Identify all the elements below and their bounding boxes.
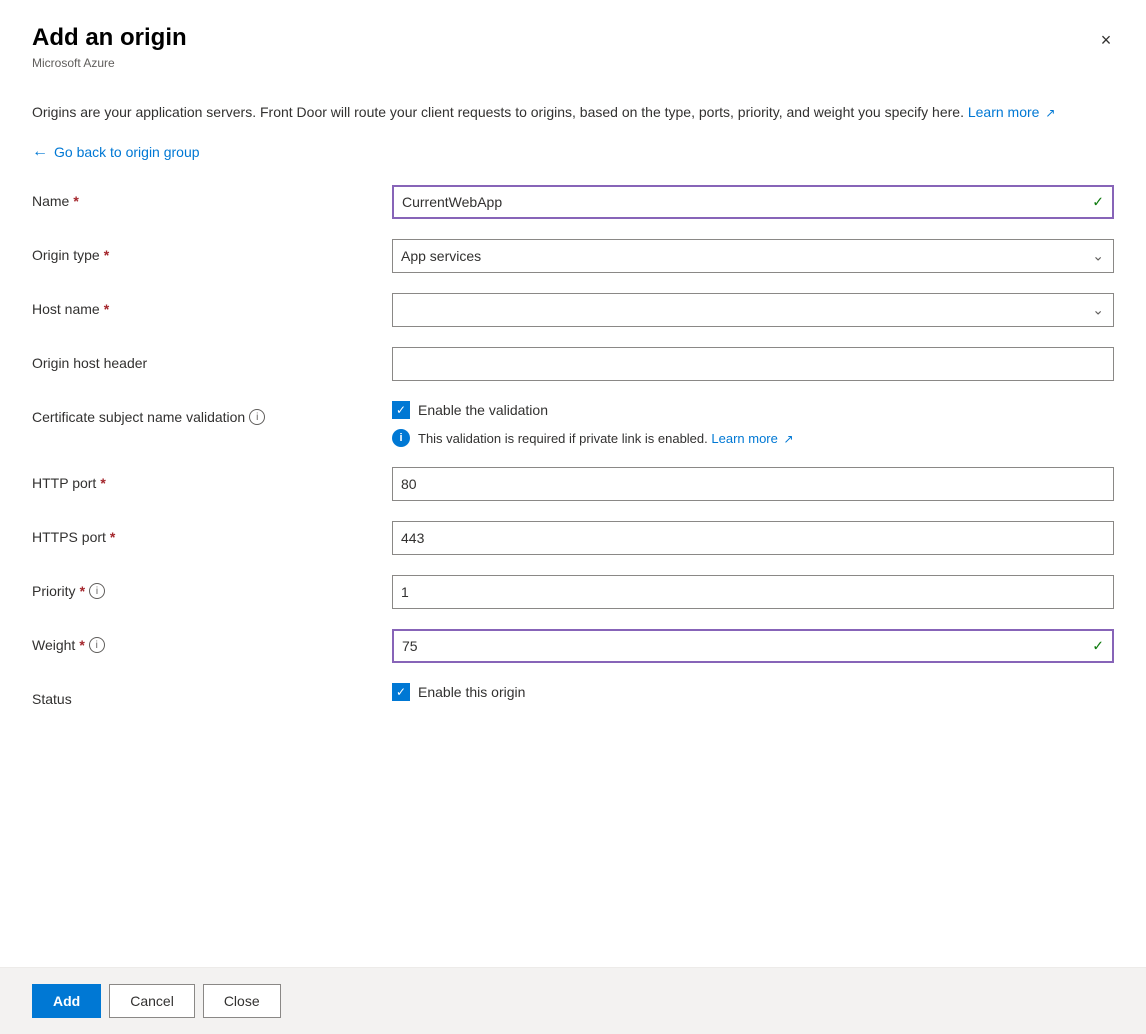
priority-row: Priority * i bbox=[32, 575, 1114, 609]
add-button[interactable]: Add bbox=[32, 984, 101, 1018]
name-row: Name * ✓ bbox=[32, 185, 1114, 219]
description-text: Origins are your application servers. Fr… bbox=[32, 102, 1114, 123]
status-checkbox-row: ✓ Enable this origin bbox=[392, 683, 1114, 701]
weight-input-wrapper: ✓ bbox=[392, 629, 1114, 663]
http-port-control bbox=[392, 467, 1114, 501]
status-checkbox-label: Enable this origin bbox=[418, 684, 525, 700]
https-port-required: * bbox=[110, 529, 115, 545]
add-origin-panel: Add an origin Microsoft Azure × Origins … bbox=[0, 0, 1146, 1034]
name-control: ✓ bbox=[392, 185, 1114, 219]
origin-type-select[interactable]: App services Storage Cloud service Custo… bbox=[392, 239, 1114, 273]
panel-footer: Add Cancel Close bbox=[0, 967, 1146, 1034]
footer-close-button[interactable]: Close bbox=[203, 984, 281, 1018]
name-input[interactable] bbox=[392, 185, 1114, 219]
priority-label: Priority * i bbox=[32, 575, 392, 599]
origin-type-select-wrapper: App services Storage Cloud service Custo… bbox=[392, 239, 1114, 273]
weight-info-icon[interactable]: i bbox=[89, 637, 105, 653]
status-label: Status bbox=[32, 683, 392, 707]
origin-type-row: Origin type * App services Storage Cloud… bbox=[32, 239, 1114, 273]
cert-validation-info-text: This validation is required if private l… bbox=[418, 431, 794, 446]
panel-title: Add an origin bbox=[32, 24, 1114, 52]
origin-type-control: App services Storage Cloud service Custo… bbox=[392, 239, 1114, 273]
priority-info-icon[interactable]: i bbox=[89, 583, 105, 599]
back-arrow-icon: ← bbox=[32, 143, 48, 161]
priority-control bbox=[392, 575, 1114, 609]
weight-row: Weight * i ✓ bbox=[32, 629, 1114, 663]
http-port-row: HTTP port * bbox=[32, 467, 1114, 501]
https-port-control bbox=[392, 521, 1114, 555]
external-link-icon: ↗ bbox=[1045, 104, 1055, 122]
status-checkbox[interactable]: ✓ bbox=[392, 683, 410, 701]
cert-validation-checkbox-label: Enable the validation bbox=[418, 402, 548, 418]
cert-validation-info-icon[interactable]: i bbox=[249, 409, 265, 425]
weight-label: Weight * i bbox=[32, 629, 392, 653]
origin-type-required: * bbox=[104, 247, 109, 263]
https-port-row: HTTPS port * bbox=[32, 521, 1114, 555]
learn-more-link[interactable]: Learn more ↗ bbox=[968, 104, 1056, 120]
origin-type-label: Origin type * bbox=[32, 239, 392, 263]
http-port-label: HTTP port * bbox=[32, 467, 392, 491]
panel-content: Origins are your application servers. Fr… bbox=[0, 86, 1146, 967]
priority-required: * bbox=[80, 583, 85, 599]
origin-host-header-label: Origin host header bbox=[32, 347, 392, 371]
cancel-button[interactable]: Cancel bbox=[109, 984, 195, 1018]
name-input-wrapper: ✓ bbox=[392, 185, 1114, 219]
name-check-icon: ✓ bbox=[1092, 194, 1104, 211]
https-port-label: HTTPS port * bbox=[32, 521, 392, 545]
weight-input[interactable] bbox=[392, 629, 1114, 663]
cert-validation-info-row: i This validation is required if private… bbox=[392, 429, 1114, 447]
host-name-required: * bbox=[104, 301, 109, 317]
status-row: Status ✓ Enable this origin bbox=[32, 683, 1114, 711]
name-required: * bbox=[73, 193, 78, 209]
host-name-select[interactable] bbox=[392, 293, 1114, 327]
info-circle-icon: i bbox=[392, 429, 410, 447]
http-port-required: * bbox=[100, 475, 105, 491]
origin-host-header-input[interactable] bbox=[392, 347, 1114, 381]
host-name-label: Host name * bbox=[32, 293, 392, 317]
status-checkmark: ✓ bbox=[396, 685, 406, 699]
status-control: ✓ Enable this origin bbox=[392, 683, 1114, 711]
origin-host-header-control bbox=[392, 347, 1114, 381]
cert-validation-checkbox[interactable]: ✓ bbox=[392, 401, 410, 419]
panel-header: Add an origin Microsoft Azure × bbox=[0, 0, 1146, 86]
weight-control: ✓ bbox=[392, 629, 1114, 663]
name-label: Name * bbox=[32, 185, 392, 209]
host-name-control: ⌄ bbox=[392, 293, 1114, 327]
host-name-row: Host name * ⌄ bbox=[32, 293, 1114, 327]
cert-validation-row: Certificate subject name validation i ✓ … bbox=[32, 401, 1114, 447]
priority-input[interactable] bbox=[392, 575, 1114, 609]
cert-validation-label: Certificate subject name validation i bbox=[32, 401, 392, 425]
weight-check-icon: ✓ bbox=[1092, 638, 1104, 655]
origin-host-header-row: Origin host header bbox=[32, 347, 1114, 381]
back-to-origin-group-link[interactable]: ← Go back to origin group bbox=[32, 143, 200, 161]
cert-learn-more-link[interactable]: Learn more ↗ bbox=[711, 431, 793, 446]
cert-validation-control: ✓ Enable the validation i This validatio… bbox=[392, 401, 1114, 447]
http-port-input[interactable] bbox=[392, 467, 1114, 501]
weight-required: * bbox=[79, 637, 84, 653]
cert-validation-checkmark: ✓ bbox=[396, 403, 406, 417]
panel-subtitle: Microsoft Azure bbox=[32, 56, 1114, 70]
cert-external-link-icon: ↗ bbox=[784, 432, 794, 446]
host-name-select-wrapper: ⌄ bbox=[392, 293, 1114, 327]
cert-validation-checkbox-row: ✓ Enable the validation bbox=[392, 401, 1114, 419]
close-button[interactable]: × bbox=[1090, 24, 1122, 56]
https-port-input[interactable] bbox=[392, 521, 1114, 555]
